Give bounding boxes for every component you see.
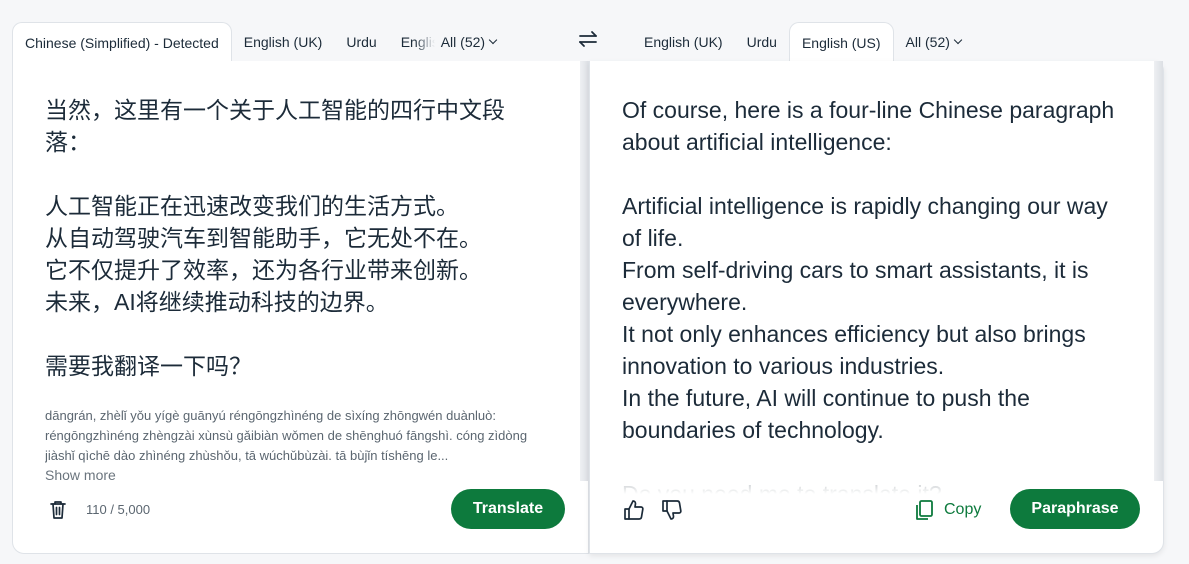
tab-target-english-us[interactable]: English (US): [788, 22, 894, 62]
character-count: 110 / 5,000: [86, 502, 151, 517]
tab-urdu[interactable]: Urdu: [334, 22, 388, 62]
tab-all-languages[interactable]: All (52): [435, 22, 508, 62]
paraphrase-button[interactable]: Paraphrase: [1010, 489, 1140, 529]
thumbs-down-button[interactable]: [660, 498, 684, 522]
tab-english-uk[interactable]: English (UK): [232, 22, 335, 62]
swap-languages-button[interactable]: [574, 26, 602, 52]
source-language-tabs: Chinese (Simplified) - Detected English …: [12, 22, 578, 62]
thumbs-up-button[interactable]: [622, 498, 646, 522]
target-language-tabs: English (UK) Urdu English (US) All (52): [632, 22, 1164, 62]
target-scrollbar[interactable]: [1154, 61, 1163, 481]
target-panel: Of course, here is a four-line Chinese p…: [589, 61, 1164, 554]
transliteration-text: dāngrán, zhèlǐ yǒu yígè guānyú réngōngzh…: [45, 408, 528, 463]
source-text-input[interactable]: 当然，这里有一个关于人工智能的四行中文段落： 人工智能正在迅速改变我们的生活方式…: [45, 94, 545, 382]
chevron-down-icon: [488, 35, 498, 45]
clear-text-button[interactable]: [47, 499, 69, 521]
translated-text: Of course, here is a four-line Chinese p…: [622, 97, 1115, 494]
chevron-down-icon: [953, 35, 963, 45]
show-more-link[interactable]: Show more: [45, 467, 116, 483]
thumbs-up-icon: [624, 500, 644, 520]
translate-button[interactable]: Translate: [451, 489, 565, 529]
tab-target-english-uk[interactable]: English (UK): [632, 22, 735, 62]
tab-target-urdu[interactable]: Urdu: [735, 22, 789, 62]
swap-arrows-icon: [579, 31, 597, 47]
tab-english[interactable]: English: [389, 22, 435, 62]
copy-label: Copy: [944, 501, 982, 518]
tab-chinese-simplified-detected[interactable]: Chinese (Simplified) - Detected: [12, 22, 232, 62]
copy-icon: [916, 500, 933, 520]
copy-button[interactable]: Copy: [914, 498, 981, 522]
thumbs-down-icon: [662, 500, 682, 520]
tab-target-all-languages[interactable]: All (52): [894, 22, 973, 62]
source-panel: 当然，这里有一个关于人工智能的四行中文段落： 人工智能正在迅速改变我们的生活方式…: [12, 61, 589, 554]
trash-icon: [50, 501, 66, 519]
